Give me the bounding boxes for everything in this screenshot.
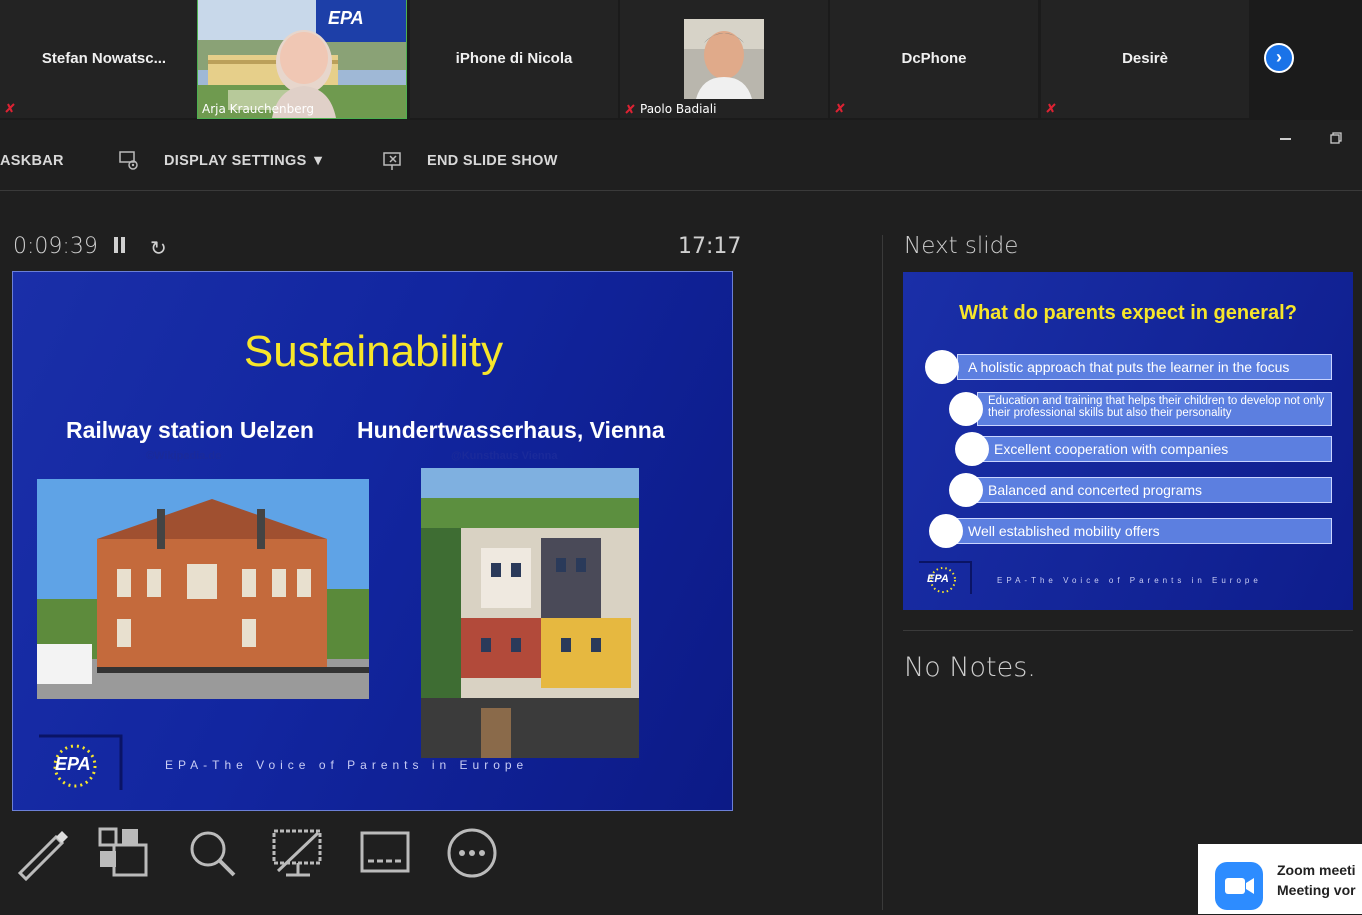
current-slide: Sustainability Railway station Uelzen ©W…	[12, 271, 733, 811]
participant-tile[interactable]: iPhone di Nicola	[410, 0, 618, 118]
slide-title: Sustainability	[243, 327, 504, 376]
slide-footer: EPA-The Voice of Parents in Europe	[165, 758, 529, 772]
mic-muted-icon	[5, 103, 15, 113]
notes-divider	[903, 630, 1353, 631]
participant-label: Arja Krauchenberg	[202, 102, 314, 116]
participant-tile[interactable]: Desirè	[1041, 0, 1249, 118]
participant-name: Desirè	[1122, 50, 1168, 67]
subtitles-icon[interactable]	[358, 825, 414, 881]
next-slide-bullet: Education and training that helps their …	[977, 392, 1332, 426]
see-all-slides-icon[interactable]	[96, 825, 152, 881]
participant-name: Paolo Badiali	[640, 102, 717, 116]
bullet-marker	[929, 514, 963, 548]
elapsed-timer: 0:09:39	[13, 234, 98, 259]
participant-name: iPhone di Nicola	[455, 50, 573, 67]
participant-name: Stefan Nowatsc...	[41, 50, 167, 67]
black-screen-icon[interactable]	[270, 825, 326, 881]
participant-label: Paolo Badiali	[624, 102, 716, 116]
next-slide-bullet: Well established mobility offers	[957, 518, 1332, 544]
next-slide-preview[interactable]: What do parents expect in general? A hol…	[903, 272, 1353, 610]
epa-logo-text: EPA	[927, 573, 949, 585]
minimize-icon[interactable]	[1280, 138, 1291, 140]
participant-video	[198, 0, 406, 118]
bullet-marker	[955, 432, 989, 466]
pen-icon[interactable]	[12, 825, 68, 881]
next-slide-title: What do parents expect in general?	[959, 302, 1297, 324]
next-slide-bullet: A holistic approach that puts the learne…	[957, 354, 1332, 380]
restart-timer-icon[interactable]: ↻	[150, 236, 167, 261]
right-photo-credit: @Kunsthaus Vienna	[451, 450, 558, 462]
restore-window-icon[interactable]	[1330, 132, 1342, 144]
participant-strip: Stefan Nowatsc... EPA Arja Krauchenberg …	[0, 0, 1362, 120]
epa-logo-text: EPA	[55, 754, 91, 774]
participant-video	[684, 19, 764, 99]
pause-timer-icon[interactable]	[113, 237, 127, 253]
next-participants-button[interactable]: ›	[1264, 43, 1294, 73]
display-settings-button[interactable]: DISPLAY SETTINGS ▼	[164, 153, 326, 169]
hundertwasserhaus-photo	[421, 468, 639, 758]
pane-divider[interactable]	[882, 235, 883, 910]
zoom-notification[interactable]: Zoom meeti Meeting vor	[1198, 844, 1362, 914]
epa-logo-text: EPA	[328, 8, 364, 28]
display-settings-icon	[119, 151, 138, 170]
video-camera-icon	[1225, 878, 1254, 894]
zoom-icon[interactable]	[184, 825, 240, 881]
more-options-icon[interactable]	[444, 825, 500, 881]
bullet-marker	[949, 392, 983, 426]
speaker-notes: No Notes.	[904, 652, 1036, 683]
participant-tile[interactable]: Stefan Nowatsc...	[0, 0, 208, 118]
mic-muted-icon	[1046, 103, 1056, 113]
next-slide-footer: EPA-The Voice of Parents in Europe	[997, 576, 1262, 585]
end-slideshow-icon	[383, 152, 401, 170]
notification-title: Zoom meeti	[1277, 862, 1356, 878]
next-slide-bullet: Balanced and concerted programs	[977, 477, 1332, 503]
railway-station-photo	[37, 479, 369, 699]
mic-muted-icon	[835, 103, 845, 113]
participant-name: DcPhone	[901, 50, 967, 67]
notification-body: Meeting vor	[1277, 882, 1356, 898]
participant-tile-video[interactable]: Paolo Badiali	[620, 0, 828, 118]
next-slide-bullet: Excellent cooperation with companies	[983, 436, 1332, 462]
left-photo-caption: Railway station Uelzen	[66, 417, 314, 443]
current-time: 17:17	[678, 234, 742, 259]
participant-tile-video[interactable]: EPA Arja Krauchenberg	[197, 0, 407, 119]
participant-name: Arja Krauchenberg	[202, 102, 314, 116]
next-slide-heading: Next slide	[904, 233, 1019, 259]
zoom-app-icon	[1215, 862, 1263, 910]
bullet-marker	[925, 350, 959, 384]
right-photo-caption: Hundertwasserhaus, Vienna	[357, 417, 665, 443]
presenter-toolbar: ASKBAR DISPLAY SETTINGS ▼ END SLIDE SHOW	[0, 120, 1362, 191]
participant-tile[interactable]: DcPhone	[830, 0, 1038, 118]
taskbar-button[interactable]: ASKBAR	[0, 153, 64, 169]
bullet-marker	[949, 473, 983, 507]
end-slideshow-button[interactable]: END SLIDE SHOW	[427, 153, 558, 169]
chevron-right-icon: ›	[1276, 47, 1282, 67]
left-photo-credit: ©Wikipedia.de	[146, 450, 222, 462]
mic-muted-icon	[625, 104, 635, 114]
